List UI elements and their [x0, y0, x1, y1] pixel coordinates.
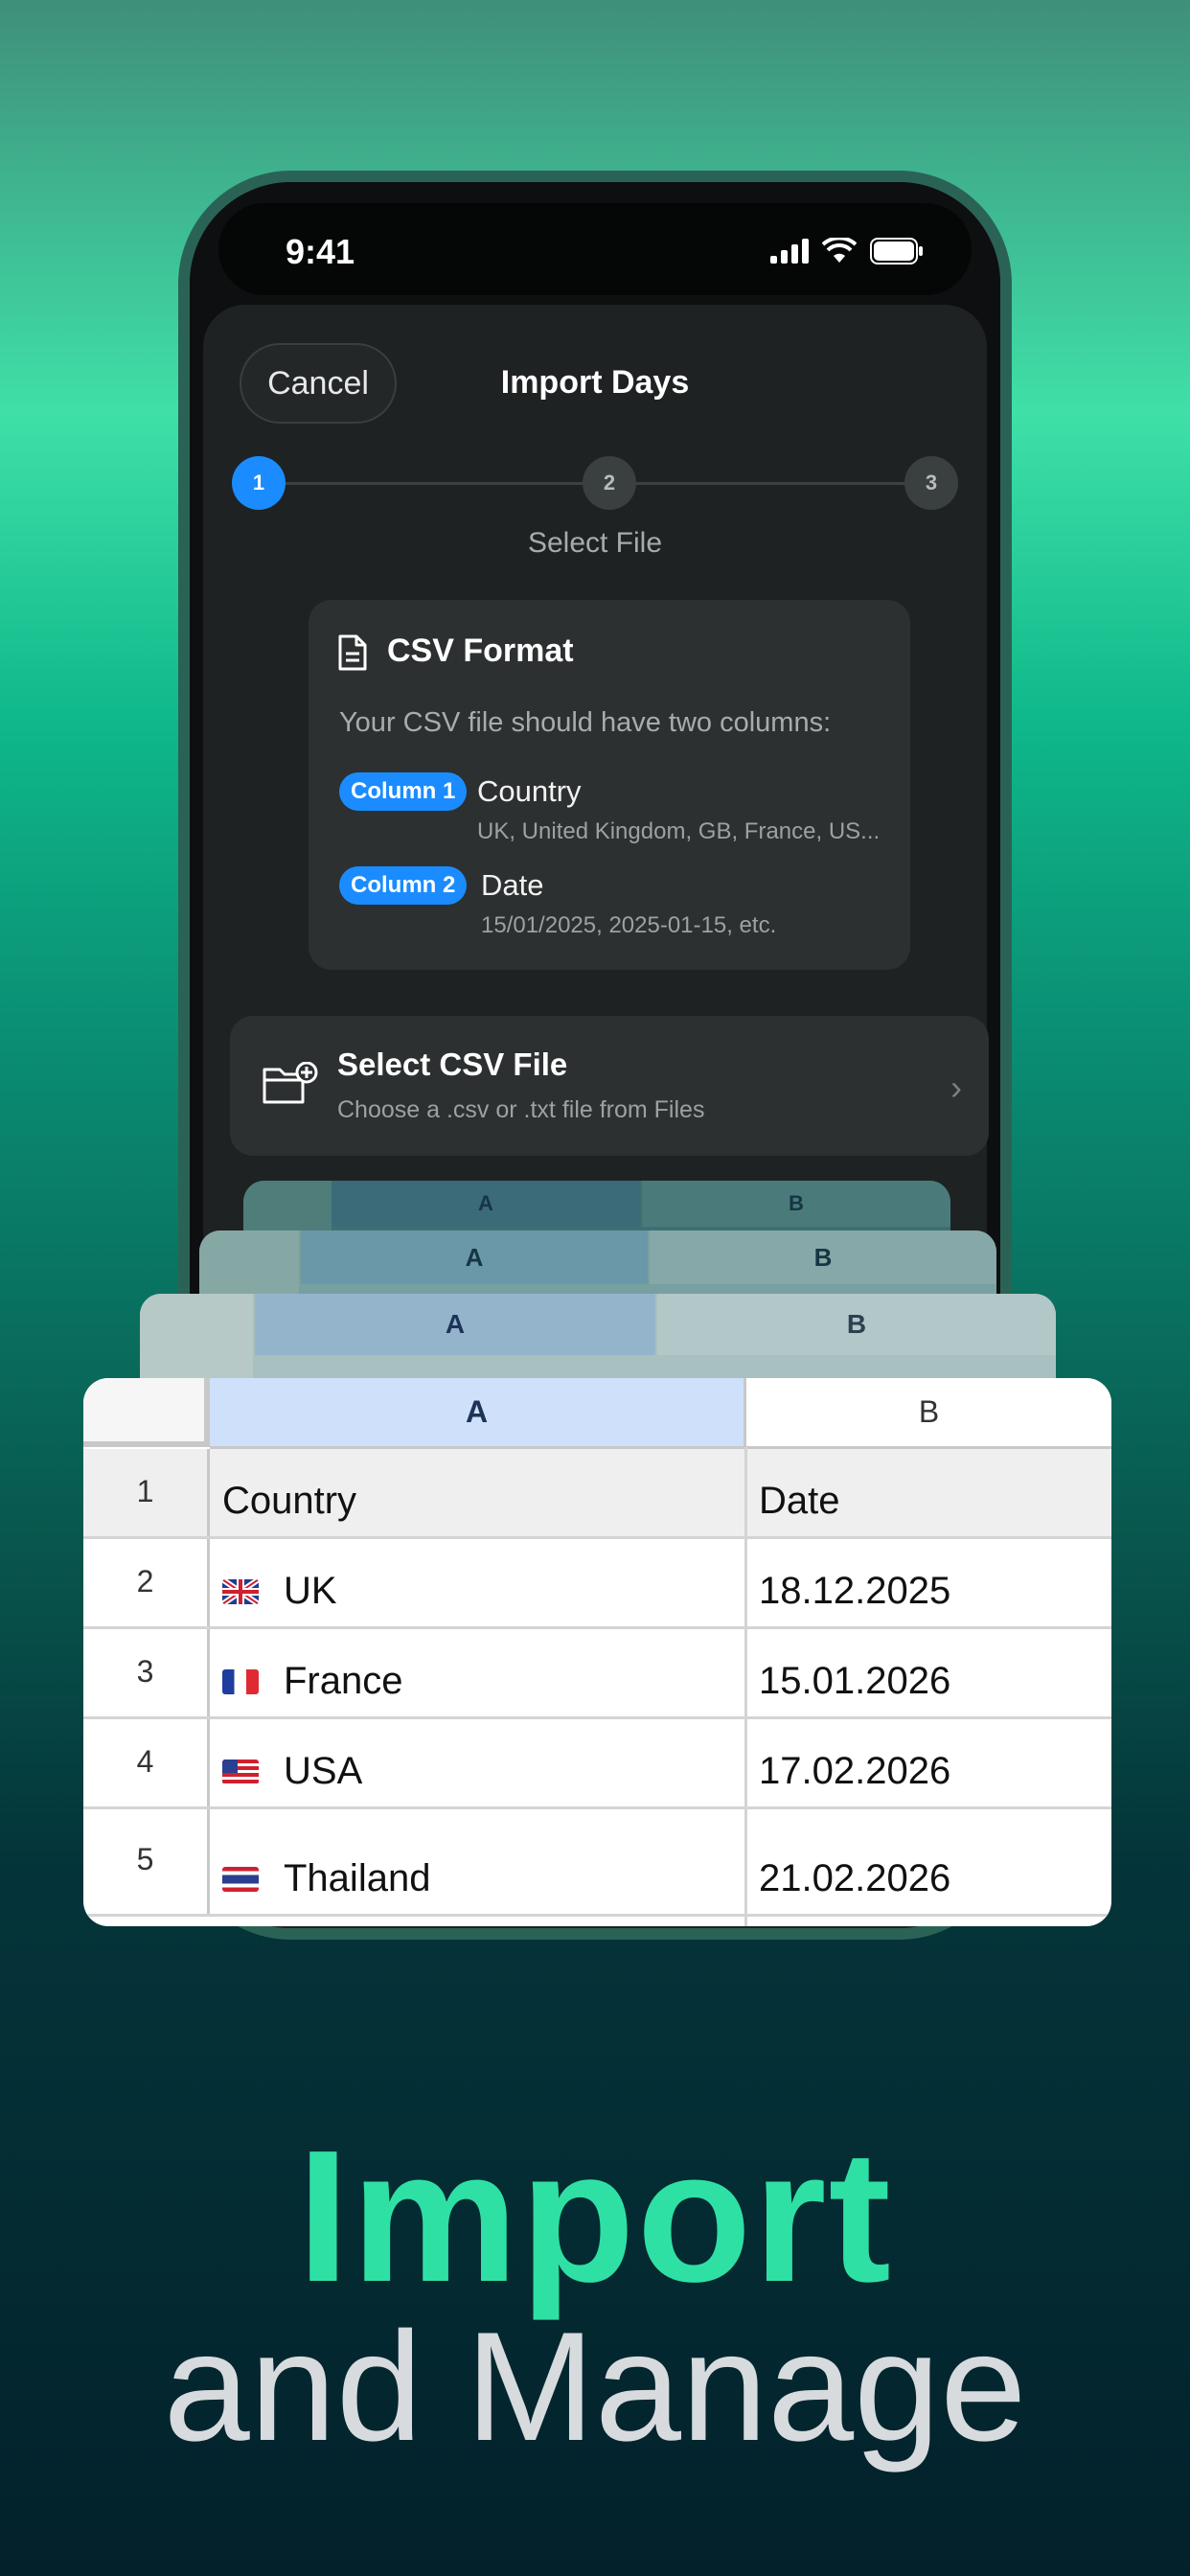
column-1-badge: Column 1 [339, 772, 468, 811]
ghost-col-b: B [642, 1181, 950, 1227]
row-number: 2 [83, 1539, 210, 1626]
column-2-example: 15/01/2025, 2025-01-15, etc. [481, 912, 777, 938]
row-number: 4 [83, 1719, 210, 1806]
table-row: 4 USA 17.02.2026 [83, 1719, 1111, 1809]
folder-add-icon [263, 1062, 318, 1104]
signal-icon [770, 239, 809, 264]
ghost-col-a: A [255, 1294, 655, 1355]
headline-and-manage: and Manage [163, 2300, 1027, 2473]
cell-country: Country [222, 1480, 356, 1523]
row-number: 3 [83, 1629, 210, 1716]
column-2-badge: Column 2 [339, 866, 468, 905]
table-row: 5 Thailand 21.02.2026 [83, 1809, 1111, 1917]
stepper: 1 2 3 [232, 456, 958, 510]
ghost-col-b: B [657, 1294, 1056, 1355]
select-file-subtitle: Choose a .csv or .txt file from Files [337, 1096, 705, 1123]
cell-country-text: USA [284, 1750, 363, 1792]
status-icons [770, 238, 924, 264]
table-row: 3 France 15.01.2026 [83, 1629, 1111, 1719]
select-file-title: Select CSV File [337, 1046, 568, 1082]
cell-date: 17.02.2026 [759, 1750, 951, 1792]
card-description: Your CSV file should have two columns: [339, 707, 832, 738]
row-number: 5 [83, 1809, 210, 1914]
cell-date: 15.01.2026 [759, 1660, 951, 1702]
status-bar: 9:41 [218, 203, 972, 295]
cell-country: UK [222, 1570, 337, 1613]
column-header-a: A [210, 1378, 746, 1449]
cell-date: 18.12.2025 [759, 1570, 951, 1612]
cell-country: USA [222, 1750, 362, 1793]
cell-country: France [222, 1660, 403, 1703]
column-1-name: Country [477, 774, 582, 808]
step-label: Select File [527, 527, 663, 559]
ghost-col-a: A [301, 1230, 648, 1284]
column-header-b: B [746, 1378, 1111, 1449]
csv-format-card: CSV Format Your CSV file should have two… [309, 600, 910, 970]
spreadsheet-preview: A B 1 Country Date 2 UK 18.12.2025 3 Fra… [83, 1378, 1111, 1926]
document-icon [338, 634, 367, 671]
chevron-right-icon: › [950, 1068, 962, 1107]
column-2-name: Date [481, 868, 544, 902]
ghost-col-b: B [650, 1230, 996, 1284]
step-3: 3 [904, 456, 958, 510]
column-1-example: UK, United Kingdom, GB, France, US... [477, 818, 881, 844]
step-1: 1 [232, 456, 286, 510]
table-row: 1 Country Date [83, 1449, 1111, 1539]
thailand-flag-icon [222, 1866, 259, 1892]
uk-flag-icon [222, 1578, 259, 1604]
cell-country-text: UK [284, 1570, 337, 1612]
wifi-icon [822, 238, 857, 263]
row-number: 1 [83, 1449, 210, 1536]
ghost-col-a: A [332, 1181, 640, 1227]
spreadsheet-corner [83, 1378, 210, 1447]
column-separator [744, 1447, 747, 1926]
usa-flag-icon [222, 1759, 259, 1784]
battery-icon [870, 238, 923, 264]
cell-date: 21.02.2026 [759, 1857, 951, 1899]
cell-country-text: Thailand [284, 1857, 431, 1899]
france-flag-icon [222, 1668, 259, 1694]
sheet-title: Import Days [500, 364, 690, 401]
card-title: CSV Format [387, 632, 574, 669]
cell-country: Thailand [222, 1857, 430, 1900]
table-row: 2 UK 18.12.2025 [83, 1539, 1111, 1629]
status-time: 9:41 [286, 232, 355, 271]
cell-country-text: France [284, 1660, 403, 1702]
spreadsheet-ghost-layer-1: A B [140, 1294, 1056, 1390]
step-2: 2 [583, 456, 636, 510]
cell-country-text: Country [222, 1480, 357, 1522]
cell-date: Date [759, 1480, 840, 1522]
select-csv-file-button[interactable]: Select CSV File Choose a .csv or .txt fi… [230, 1016, 989, 1156]
headline-import: Import [297, 2111, 893, 2321]
